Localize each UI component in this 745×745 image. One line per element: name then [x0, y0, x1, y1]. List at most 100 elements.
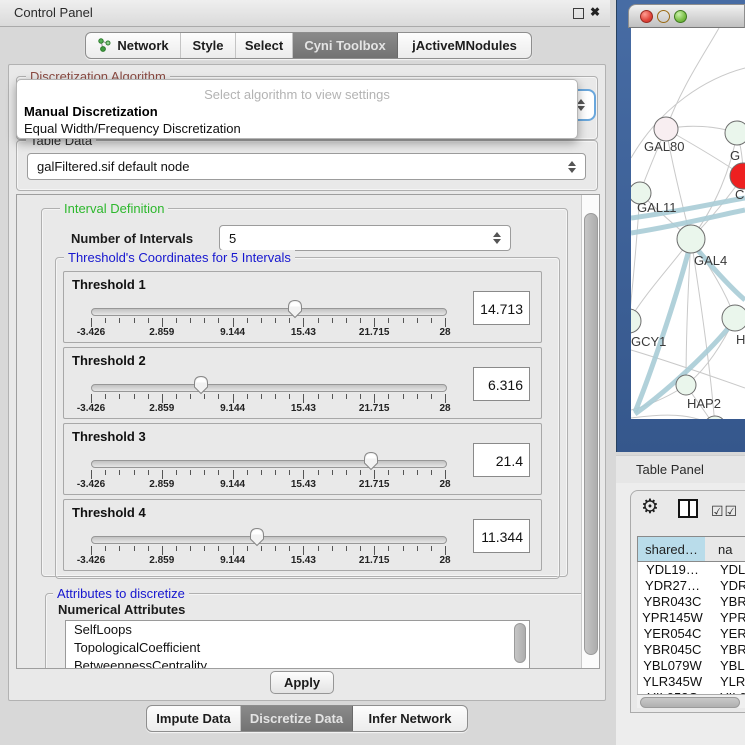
table-hscrollbar-thumb[interactable]	[640, 697, 740, 708]
slider-minor-tick	[190, 546, 191, 551]
threshold-slider-track[interactable]	[91, 536, 447, 544]
network-node[interactable]	[654, 117, 678, 141]
network-window-titlebar[interactable]	[628, 4, 745, 28]
column-header-shared-name[interactable]: shared…	[637, 536, 706, 562]
slider-minor-tick	[360, 546, 361, 551]
threshold-title: Threshold 3	[72, 429, 146, 444]
slider-minor-tick	[417, 318, 418, 323]
tab-style[interactable]: Style	[181, 33, 236, 58]
settings-scrollbar-track[interactable]	[581, 195, 600, 668]
numerical-attributes-list[interactable]: SelfLoopsTopologicalCoefficientBetweenne…	[65, 620, 530, 669]
slider-minor-tick	[431, 394, 432, 399]
tab-network[interactable]: Network	[86, 33, 181, 58]
tab-select[interactable]: Select	[236, 33, 293, 58]
table-hscrollbar-track[interactable]	[637, 694, 745, 708]
network-node[interactable]	[730, 163, 745, 189]
table-row[interactable]: YPR145WYPR1	[638, 610, 745, 626]
table-row[interactable]: YLR345WYLR3	[638, 674, 745, 690]
threshold-slider-track[interactable]	[91, 308, 447, 316]
network-tab-icon	[97, 38, 112, 53]
threshold-slider-thumb[interactable]	[363, 451, 379, 471]
table-data-group: Table Data galFiltered.sif default node	[16, 140, 598, 191]
slider-minor-tick	[119, 546, 120, 551]
network-node-label: GAL11	[637, 200, 677, 215]
slider-minor-tick	[105, 470, 106, 475]
slider-minor-tick	[318, 318, 319, 323]
slider-minor-tick	[261, 318, 262, 323]
number-of-intervals-combobox[interactable]: 5	[219, 225, 511, 251]
slider-major-tick	[91, 546, 92, 555]
slider-tick-label: -3.426	[61, 403, 121, 414]
table-row[interactable]: YBR043CYBR0	[638, 594, 745, 610]
cell-shared-name: YBR045C	[638, 642, 707, 658]
select-columns-checkboxes-icon[interactable]: ☑☑	[711, 503, 738, 520]
slider-minor-tick	[204, 470, 205, 475]
table-data-combobox[interactable]: galFiltered.sif default node	[27, 153, 586, 180]
tab-discretize-data[interactable]: Discretize Data	[241, 706, 353, 731]
dropdown-option-equal-width[interactable]: Equal Width/Frequency Discretization	[24, 121, 241, 136]
threshold-slider-thumb[interactable]	[287, 299, 303, 319]
threshold-value-field[interactable]: 14.713	[473, 291, 530, 325]
slider-minor-tick	[403, 394, 404, 399]
gear-icon[interactable]: ⚙	[641, 497, 659, 517]
slider-minor-tick	[388, 470, 389, 475]
slider-major-tick	[303, 546, 304, 555]
slider-tick-label: 9.144	[203, 403, 263, 414]
combo-arrows-icon	[577, 99, 586, 111]
network-node[interactable]	[676, 375, 696, 395]
apply-button[interactable]: Apply	[270, 671, 334, 694]
network-edge[interactable]	[666, 28, 719, 129]
slider-minor-tick	[346, 394, 347, 399]
network-node[interactable]	[722, 305, 745, 331]
close-traffic-light[interactable]	[640, 10, 653, 23]
threshold-value-field[interactable]: 11.344	[473, 519, 530, 553]
tab-impute-data[interactable]: Impute Data	[147, 706, 241, 731]
network-node[interactable]	[631, 309, 641, 333]
threshold-slider-track[interactable]	[91, 460, 447, 468]
slider-minor-tick	[176, 394, 177, 399]
threshold-slider-track[interactable]	[91, 384, 447, 392]
tab-infer-network[interactable]: Infer Network	[353, 706, 467, 731]
network-view-canvas[interactable]: GAL80GCGAL11GAL4GCY1HHAP2	[631, 28, 745, 419]
network-node[interactable]	[704, 416, 726, 419]
table-body[interactable]: YDL19…YDL1YDR27…YDR2YBR043CYBR0YPR145WYP…	[637, 562, 745, 694]
slider-tick-label: 28	[415, 555, 475, 566]
tab-jactivemnodules[interactable]: jActiveMNodules	[398, 33, 531, 58]
number-of-intervals-label: Number of Intervals	[71, 231, 193, 246]
threshold-slider-thumb[interactable]	[249, 527, 265, 547]
table-row[interactable]: YBL079WYBL0	[638, 658, 745, 674]
slider-major-tick	[445, 318, 446, 327]
table-row[interactable]: YBR045CYBR0	[638, 642, 745, 658]
slider-minor-tick	[318, 470, 319, 475]
slider-tick-label: 28	[415, 403, 475, 414]
network-node[interactable]	[725, 121, 745, 145]
slider-tick-label: 21.715	[344, 327, 404, 338]
threshold-value-field[interactable]: 6.316	[473, 367, 530, 401]
network-node[interactable]	[677, 225, 705, 253]
slider-tick-label: 2.859	[132, 555, 192, 566]
close-icon[interactable]: ✖	[590, 5, 600, 19]
zoom-traffic-light[interactable]	[674, 10, 687, 23]
threshold-slider-thumb[interactable]	[193, 375, 209, 395]
network-edge[interactable]	[631, 415, 715, 419]
slider-tick-label: 15.43	[273, 403, 333, 414]
slider-minor-tick	[119, 394, 120, 399]
table-row[interactable]: YDL19…YDL1	[638, 562, 745, 578]
split-columns-icon[interactable]	[678, 499, 698, 518]
table-row[interactable]: YER054CYER0	[638, 626, 745, 642]
settings-scrollbar-thumb[interactable]	[584, 213, 598, 655]
minimize-traffic-light[interactable]	[657, 10, 670, 23]
attribute-list-item[interactable]: SelfLoops	[66, 621, 529, 639]
float-panel-icon[interactable]	[573, 8, 584, 19]
dropdown-option-manual[interactable]: Manual Discretization	[24, 104, 158, 119]
threshold-value-field[interactable]: 21.4	[473, 443, 530, 477]
attribute-list-item[interactable]: TopologicalCoefficient	[66, 639, 529, 657]
attribute-list-item[interactable]: BetweennessCentrality	[66, 657, 529, 669]
column-header-name[interactable]: na	[705, 536, 745, 562]
threshold-panel: Threshold 4-3.4262.8599.14415.4321.71528…	[63, 499, 542, 571]
tab-cyni-toolbox[interactable]: Cyni Toolbox	[293, 33, 398, 58]
slider-minor-tick	[275, 470, 276, 475]
slider-major-tick	[91, 470, 92, 479]
table-row[interactable]: YDR27…YDR2	[638, 578, 745, 594]
list-scrollbar-thumb[interactable]	[514, 623, 526, 663]
